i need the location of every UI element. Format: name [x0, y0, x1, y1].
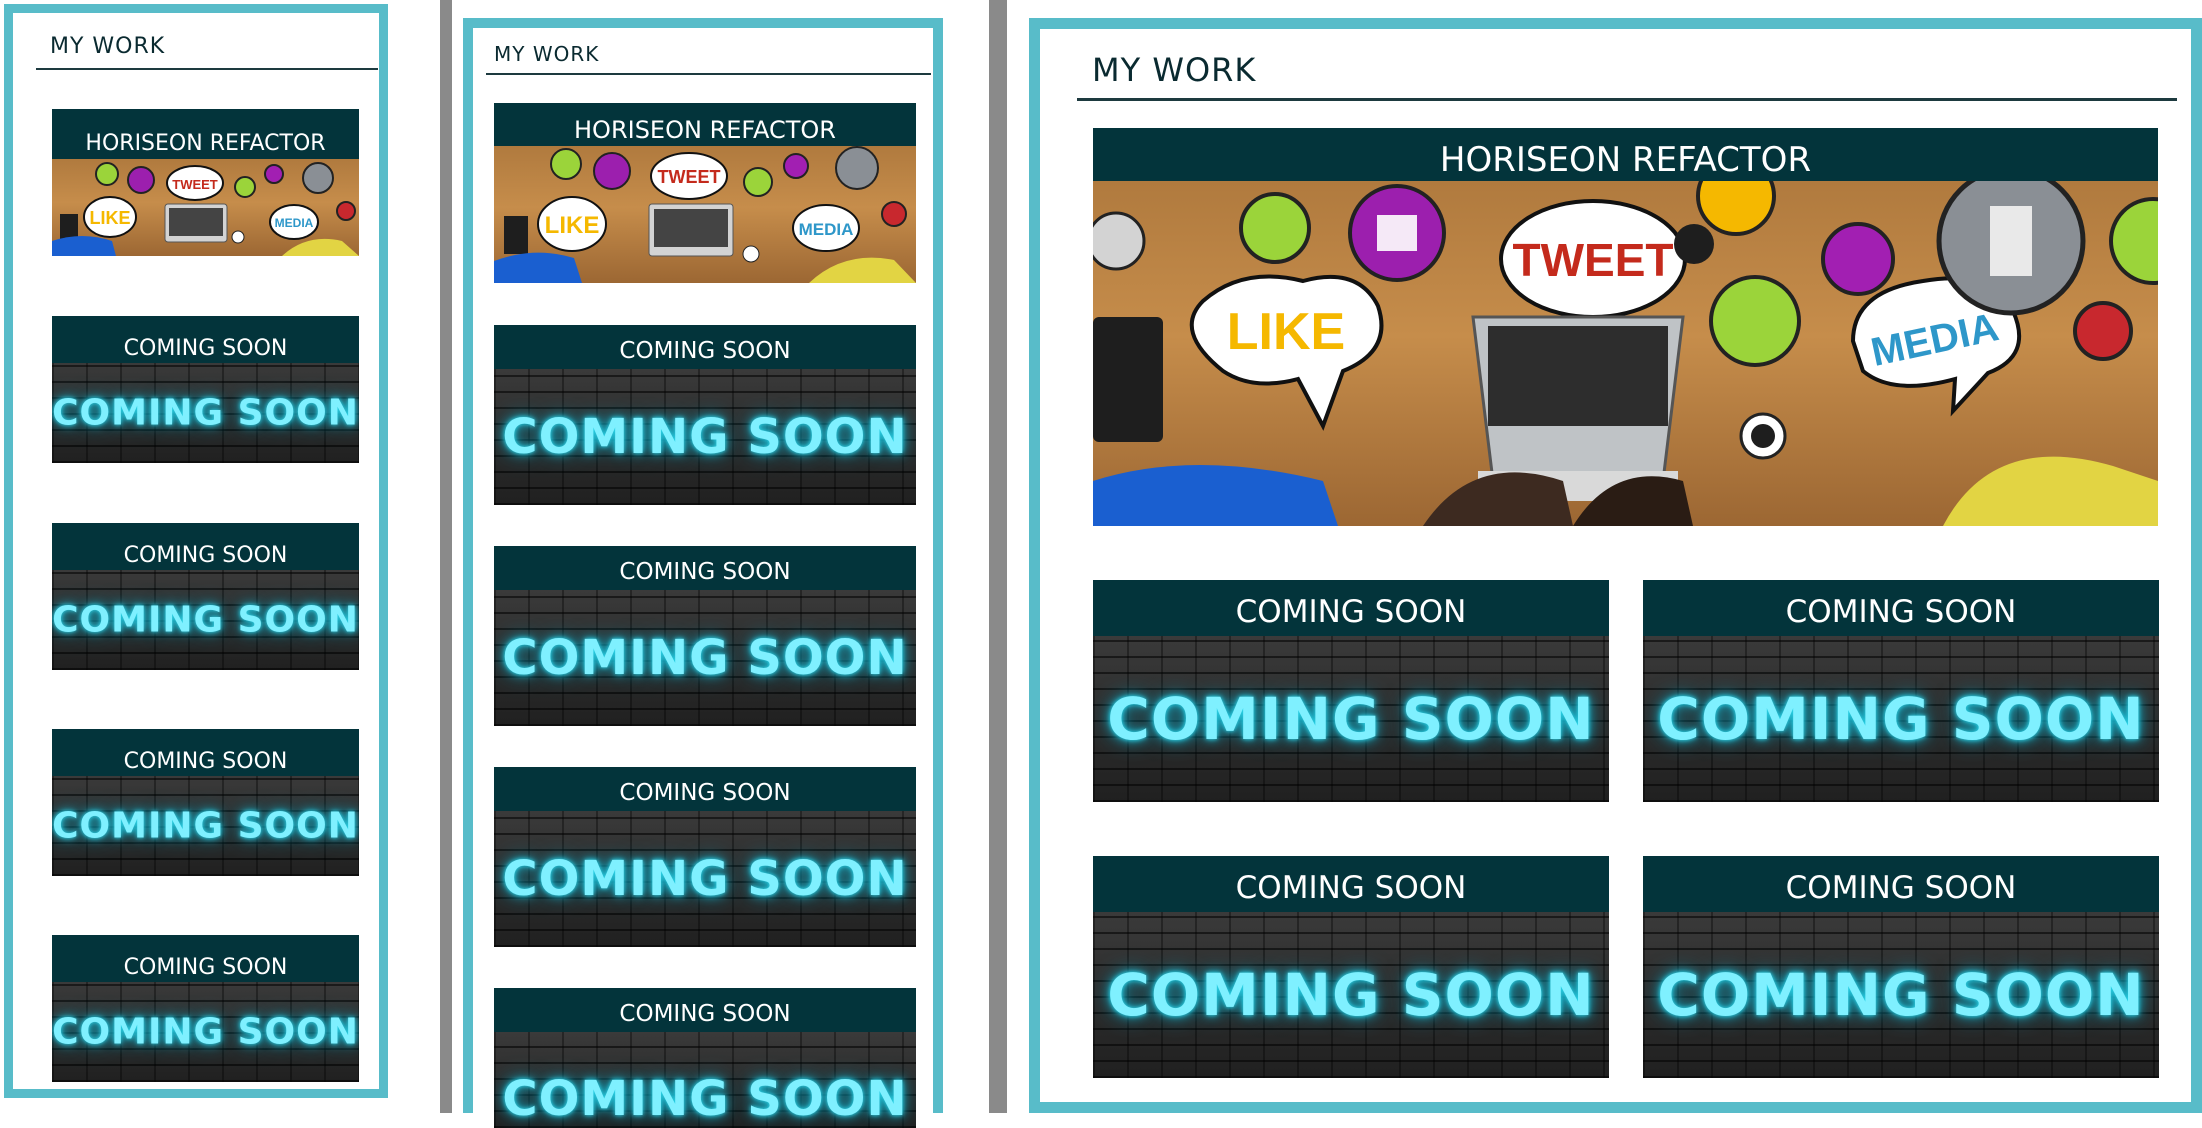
project-title: COMING SOON [619, 780, 791, 806]
project-title: COMING SOON [1785, 870, 2017, 906]
project-title: COMING SOON [1235, 594, 1467, 630]
project-title: HORISEON REFACTOR [574, 116, 836, 144]
work-panel-large: MY WORK HORISEON REFACTOR LIKE TWEET MED… [1029, 18, 2202, 1113]
project-card-placeholder[interactable]: COMING SOON COMING SOON [52, 523, 359, 670]
heading-rule [486, 73, 931, 75]
project-title: COMING SOON [123, 749, 288, 774]
project-title: COMING SOON [123, 955, 288, 980]
neon-sign-text: COMING SOON [52, 599, 359, 641]
project-card-horiseon[interactable]: HORISEON REFACTOR LIKE TWEET MEDIA [52, 109, 359, 256]
section-heading: MY WORK [1092, 51, 1257, 89]
neon-sign-text: COMING SOON [52, 805, 359, 847]
bubble-like: LIKE [89, 208, 130, 228]
project-title: COMING SOON [1235, 870, 1467, 906]
section-heading: MY WORK [50, 34, 166, 59]
project-title: COMING SOON [619, 338, 791, 364]
project-card-placeholder[interactable]: COMING SOON COMING SOON [494, 325, 916, 505]
neon-sign-text: COMING SOON [1107, 961, 1595, 1029]
project-card-placeholder[interactable]: COMING SOON COMING SOON [494, 546, 916, 726]
project-title: COMING SOON [123, 543, 288, 568]
bubble-media: MEDIA [799, 220, 854, 239]
heading-rule [36, 68, 378, 70]
coming-soon-image: COMING SOON [52, 982, 359, 1082]
divider [392, 0, 452, 1113]
bubble-tweet: TWEET [1513, 234, 1674, 286]
project-image: LIKE TWEET MEDIA [1093, 181, 2158, 526]
project-card-placeholder[interactable]: COMING SOON COMING SOON [1093, 856, 1609, 1078]
neon-sign-text: COMING SOON [1657, 685, 2145, 753]
project-card-placeholder[interactable]: COMING SOON COMING SOON [52, 316, 359, 463]
work-panel-small: MY WORK HORISEON REFACTOR LIKE TWEET MED… [4, 4, 388, 1098]
neon-sign-text: COMING SOON [1657, 961, 2145, 1029]
neon-sign-text: COMING SOON [52, 392, 359, 434]
coming-soon-image: COMING SOON [1093, 912, 1609, 1078]
coming-soon-image: COMING SOON [1643, 636, 2159, 802]
project-card-placeholder[interactable]: COMING SOON COMING SOON [52, 935, 359, 1082]
project-title: COMING SOON [123, 336, 288, 361]
coming-soon-image: COMING SOON [52, 570, 359, 670]
coming-soon-image: COMING SOON [52, 776, 359, 876]
coming-soon-image: COMING SOON [1643, 912, 2159, 1078]
coming-soon-image: COMING SOON [494, 369, 916, 505]
neon-sign-text: COMING SOON [502, 1071, 908, 1128]
section-heading: MY WORK [494, 42, 600, 66]
coming-soon-image: COMING SOON [494, 1032, 916, 1128]
neon-sign-text: COMING SOON [52, 1011, 359, 1053]
project-card-placeholder[interactable]: COMING SOON COMING SOON [1093, 580, 1609, 802]
project-card-horiseon[interactable]: HORISEON REFACTOR LIKE TWEET MEDIA [494, 103, 916, 283]
project-title: HORISEON REFACTOR [85, 131, 326, 156]
bubble-media: MEDIA [275, 216, 314, 230]
project-card-horiseon[interactable]: HORISEON REFACTOR LIKE TWEET MEDIA [1093, 128, 2158, 526]
project-image: LIKE TWEET MEDIA [494, 146, 916, 283]
divider [947, 0, 1007, 1113]
coming-soon-image: COMING SOON [52, 363, 359, 463]
project-card-placeholder[interactable]: COMING SOON COMING SOON [494, 988, 916, 1128]
bubble-like: LIKE [1227, 303, 1345, 361]
neon-sign-text: COMING SOON [502, 851, 908, 907]
heading-rule [1077, 98, 2177, 101]
neon-sign-text: COMING SOON [502, 630, 908, 686]
project-image: LIKE TWEET MEDIA [52, 159, 359, 256]
project-card-placeholder[interactable]: COMING SOON COMING SOON [52, 729, 359, 876]
bubble-tweet: TWEET [658, 167, 721, 187]
bubble-tweet: TWEET [172, 177, 218, 192]
neon-sign-text: COMING SOON [1107, 685, 1595, 753]
project-title: COMING SOON [1785, 594, 2017, 630]
project-card-placeholder[interactable]: COMING SOON COMING SOON [1643, 580, 2159, 802]
coming-soon-image: COMING SOON [494, 590, 916, 726]
coming-soon-image: COMING SOON [494, 811, 916, 947]
bubble-like: LIKE [545, 212, 600, 239]
project-card-placeholder[interactable]: COMING SOON COMING SOON [1643, 856, 2159, 1078]
project-card-placeholder[interactable]: COMING SOON COMING SOON [494, 767, 916, 947]
coming-soon-image: COMING SOON [1093, 636, 1609, 802]
project-title: HORISEON REFACTOR [1439, 140, 1812, 180]
project-title: COMING SOON [619, 1001, 791, 1027]
neon-sign-text: COMING SOON [502, 409, 908, 465]
work-panel-medium: MY WORK HORISEON REFACTOR LIKE TWEET MED… [463, 18, 943, 1128]
project-title: COMING SOON [619, 559, 791, 585]
